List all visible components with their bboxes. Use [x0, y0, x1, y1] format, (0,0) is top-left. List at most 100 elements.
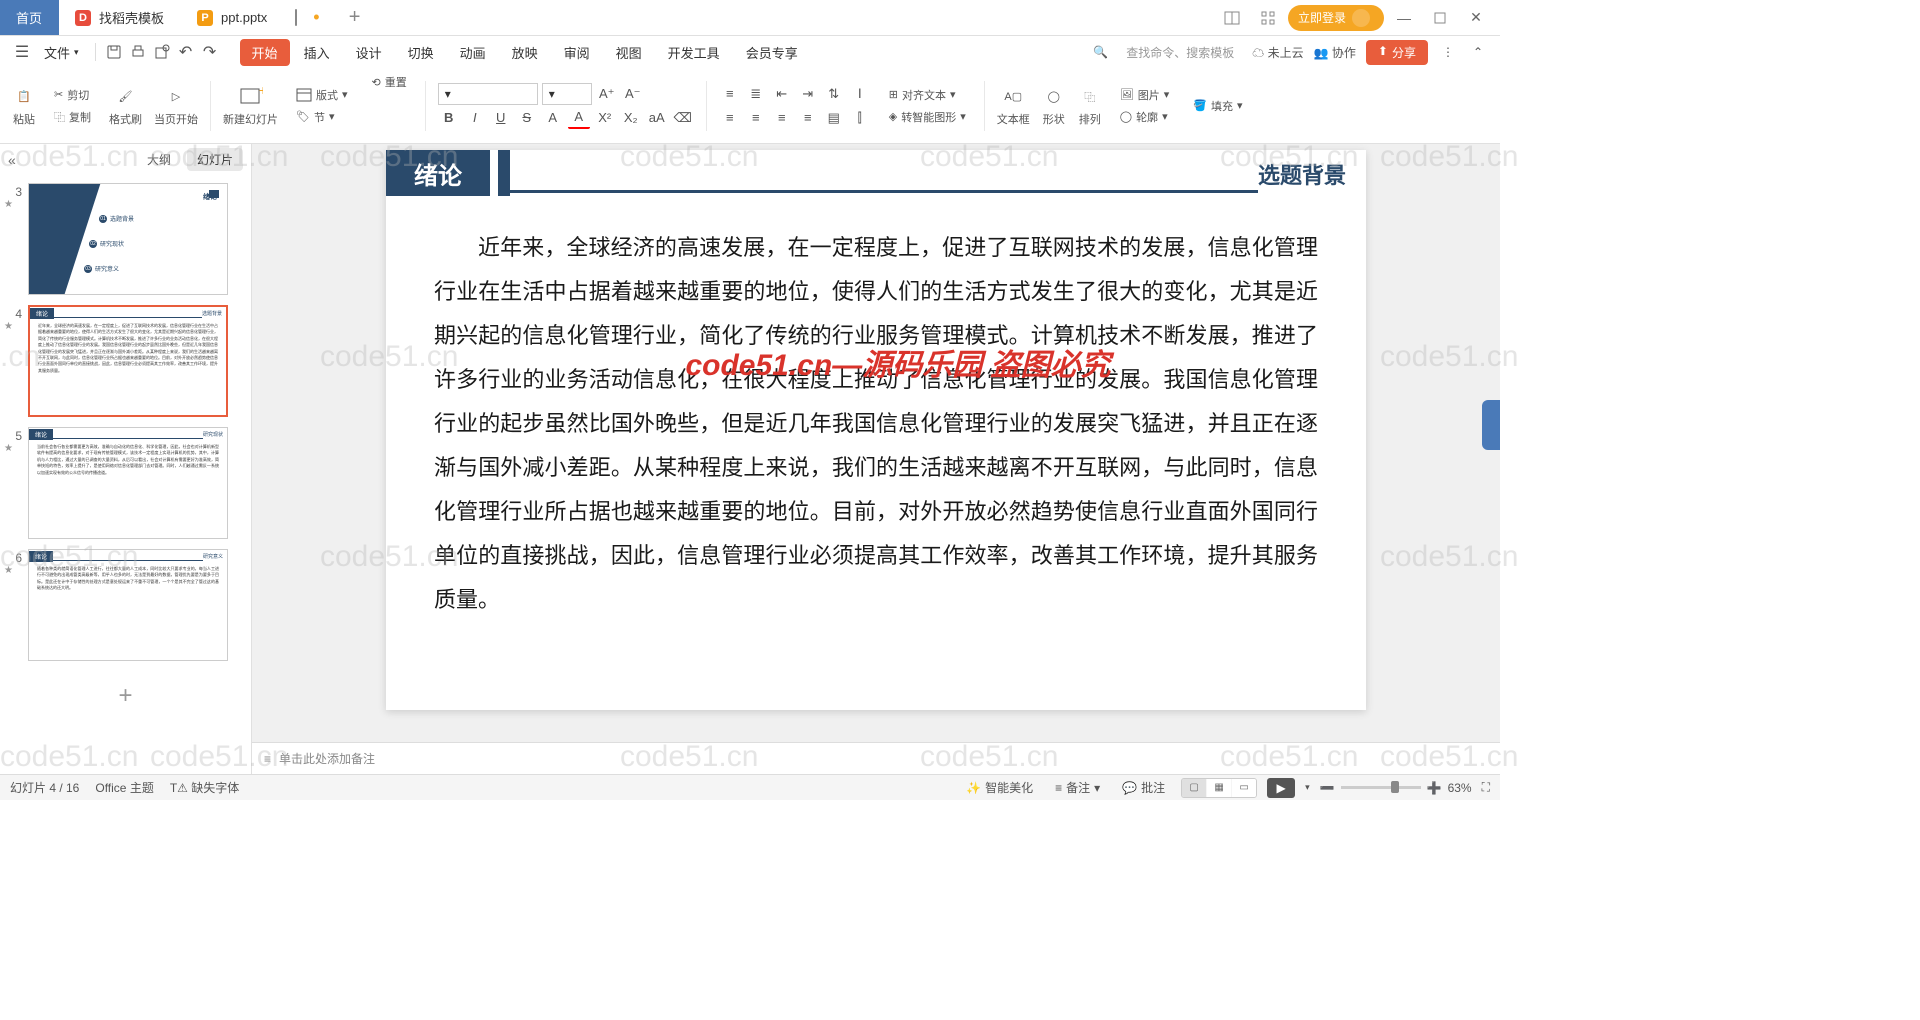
window-layout-icon[interactable]: [1216, 2, 1248, 34]
beautify-button[interactable]: ✨ 智能美化: [960, 777, 1039, 798]
slide-thumb-5[interactable]: 绪论研究现状 当前社会各行各业都需要更为高效，准确与自动化的信息化、科学化管理，…: [28, 427, 228, 539]
tab-start[interactable]: 开始: [240, 39, 290, 66]
login-button[interactable]: 立即登录: [1288, 5, 1384, 31]
numbering-button[interactable]: ≣: [745, 83, 767, 105]
tab-design[interactable]: 设计: [344, 39, 394, 66]
cloud-status[interactable]: ☁ 未上云: [1252, 44, 1303, 61]
tab-home[interactable]: 首页: [0, 0, 59, 35]
slide-body-text[interactable]: 近年来，全球经济的高速发展，在一定程度上，促进了互联网技术的发展，信息化管理行业…: [386, 196, 1366, 652]
zoom-out-button[interactable]: ➖: [1320, 781, 1335, 795]
minimize-button[interactable]: —: [1388, 2, 1420, 34]
add-slide-button[interactable]: +: [106, 681, 146, 711]
change-case-button[interactable]: aA: [646, 107, 668, 129]
superscript-button[interactable]: X²: [594, 107, 616, 129]
bullets-button[interactable]: ≡: [719, 83, 741, 105]
align-right-button[interactable]: ≡: [771, 107, 793, 129]
italic-button[interactable]: I: [464, 107, 486, 129]
subscript-button[interactable]: X₂: [620, 107, 642, 129]
line-spacing-button[interactable]: ⇅: [823, 83, 845, 105]
underline-button[interactable]: U: [490, 107, 512, 129]
presentation-mode-icon[interactable]: [295, 10, 297, 25]
align-left-button[interactable]: ≡: [719, 107, 741, 129]
clear-format-button[interactable]: ⌫: [672, 107, 694, 129]
zoom-value[interactable]: 63%: [1448, 781, 1472, 795]
slide-thumb-4[interactable]: 绪论选题背景 近年来，全球经济的高速发展，在一定程度上，促进了互联网技术的发展，…: [28, 305, 228, 417]
outline-color-button[interactable]: ◯ 轮廓▾: [1114, 107, 1176, 127]
reading-view-button[interactable]: ▭: [1232, 779, 1256, 797]
format-painter-button[interactable]: 🖌格式刷: [109, 85, 142, 127]
collapse-ribbon-icon[interactable]: ⌃: [1468, 42, 1488, 62]
slide-thumb-6[interactable]: 绪论研究意义 随着各种类的就简语化管理人工进行，往往都大量的人工成本，同时比较大…: [28, 549, 228, 661]
increase-indent-button[interactable]: ⇥: [797, 83, 819, 105]
fit-window-button[interactable]: ⛶: [1482, 780, 1490, 795]
fill-button[interactable]: 🪣 填充▾: [1187, 96, 1248, 116]
slideshow-button[interactable]: ▶: [1267, 778, 1295, 798]
slide-thumb-3[interactable]: 绪论 01选题背景 02研究现状 03研究意义: [28, 183, 228, 295]
arrange-button[interactable]: ⿻排列: [1078, 85, 1102, 127]
tab-slideshow[interactable]: 放映: [500, 39, 550, 66]
font-color-button[interactable]: A: [568, 107, 590, 129]
thumbnails[interactable]: 3★ 绪论 01选题背景 02研究现状 03研究意义 4★ 绪论选题背景 近年来…: [0, 175, 251, 774]
font-family-select[interactable]: ▾: [438, 83, 538, 105]
slides-tab[interactable]: 幻灯片: [187, 148, 243, 171]
strikethrough-button[interactable]: S: [516, 107, 538, 129]
apps-icon[interactable]: [1252, 2, 1284, 34]
tab-devtools[interactable]: 开发工具: [656, 39, 732, 66]
notes-toggle[interactable]: ≡ 备注▾: [1049, 777, 1106, 798]
current-slide[interactable]: 绪论 选题背景 近年来，全球经济的高速发展，在一定程度上，促进了互联网技术的发展…: [386, 150, 1366, 710]
sorter-view-button[interactable]: ▦: [1207, 779, 1231, 797]
file-menu[interactable]: 文件▾: [36, 41, 87, 64]
missing-fonts[interactable]: T⚠ 缺失字体: [170, 779, 239, 796]
smartart-button[interactable]: ◈ 转智能图形▾: [883, 107, 972, 127]
redo-icon[interactable]: ↷: [200, 42, 220, 62]
notes-bar[interactable]: ≡ 单击此处添加备注: [252, 742, 1500, 774]
increase-font-icon[interactable]: A⁺: [596, 83, 618, 105]
picture-button[interactable]: 🖼 图片▾: [1114, 85, 1176, 105]
close-button[interactable]: ✕: [1460, 2, 1492, 34]
save-icon[interactable]: [104, 42, 124, 62]
columns-button[interactable]: ▤: [823, 107, 845, 129]
collapse-panel-icon[interactable]: «: [8, 152, 16, 168]
slide-title[interactable]: 绪论: [386, 150, 490, 196]
tab-template[interactable]: D 找稻壳模板: [59, 0, 181, 35]
side-handle[interactable]: [1482, 400, 1500, 450]
slide-subtitle[interactable]: 选题背景: [1258, 150, 1366, 196]
print-icon[interactable]: [128, 42, 148, 62]
align-center-button[interactable]: ≡: [745, 107, 767, 129]
align-text-button[interactable]: ⊞ 对齐文本▾: [883, 85, 972, 105]
shape-button[interactable]: ◯形状: [1042, 85, 1066, 127]
tab-animation[interactable]: 动画: [448, 39, 498, 66]
decrease-font-icon[interactable]: A⁻: [622, 83, 644, 105]
print-preview-icon[interactable]: [152, 42, 172, 62]
menu-icon[interactable]: ☰: [12, 42, 32, 62]
tab-transition[interactable]: 切换: [396, 39, 446, 66]
paste-button[interactable]: 📋粘贴: [12, 85, 36, 127]
zoom-in-button[interactable]: ➕: [1427, 781, 1442, 795]
search-icon[interactable]: 🔍: [1093, 45, 1108, 59]
slide-canvas[interactable]: 绪论 选题背景 近年来，全球经济的高速发展，在一定程度上，促进了互联网技术的发展…: [252, 144, 1500, 742]
collab-button[interactable]: 👥 协作: [1314, 44, 1356, 61]
align-justify-button[interactable]: ≡: [797, 107, 819, 129]
reset-button[interactable]: ⟲ 重置: [366, 72, 413, 92]
normal-view-button[interactable]: ▢: [1182, 779, 1206, 797]
font-size-select[interactable]: ▾: [542, 83, 592, 105]
distribute-button[interactable]: ⫿: [849, 107, 871, 129]
section-button[interactable]: 🏷 节▾: [290, 107, 354, 127]
tab-review[interactable]: 审阅: [552, 39, 602, 66]
zoom-slider[interactable]: [1341, 786, 1421, 789]
tab-file[interactable]: P ppt.pptx •: [181, 0, 337, 35]
search-commands[interactable]: 查找命令、搜索模板: [1118, 42, 1242, 63]
zoom-control[interactable]: ➖ ➕ 63%: [1320, 781, 1472, 795]
bold-button[interactable]: B: [438, 107, 460, 129]
tab-member[interactable]: 会员专享: [734, 39, 810, 66]
more-icon[interactable]: ⋮: [1438, 42, 1458, 62]
highlight-button[interactable]: A: [542, 107, 564, 129]
tab-insert[interactable]: 插入: [292, 39, 342, 66]
from-current-button[interactable]: ▷当页开始: [154, 85, 198, 127]
decrease-indent-button[interactable]: ⇤: [771, 83, 793, 105]
share-button[interactable]: ⬆ 分享: [1366, 40, 1428, 65]
undo-icon[interactable]: ↶: [176, 42, 196, 62]
copy-button[interactable]: ⿻ 复制: [48, 107, 97, 127]
new-slide-button[interactable]: +新建幻灯片: [223, 85, 278, 127]
comments-toggle[interactable]: 💬 批注: [1116, 777, 1171, 798]
